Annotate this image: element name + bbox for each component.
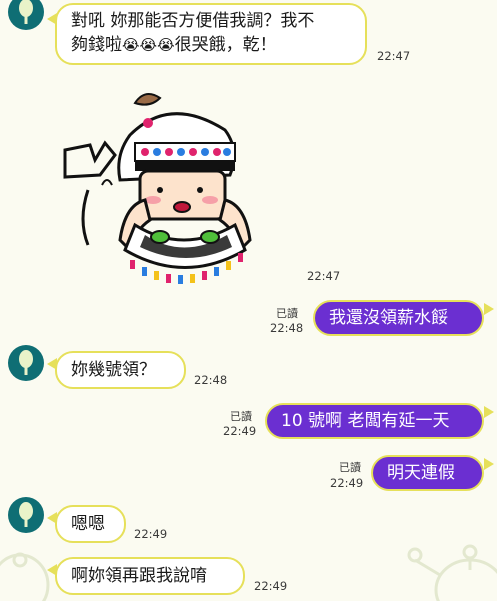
message-timestamp: 22:49 xyxy=(254,579,288,593)
message-text: 10 號啊 老闆有延一天 xyxy=(281,411,450,431)
message-text-line: 對吼 妳那能否方便借我調？我不 xyxy=(71,11,315,31)
message-bubble-outgoing[interactable]: 明天連假 xyxy=(371,455,484,491)
bubble-tail xyxy=(484,406,494,418)
message-timestamp: 22:47 xyxy=(307,269,341,283)
message-timestamp: 22:47 xyxy=(377,49,411,63)
bubble-tail xyxy=(484,303,494,315)
tree-icon xyxy=(19,350,33,375)
message-bubble-outgoing[interactable]: 我還沒領薪水餒 xyxy=(313,300,484,336)
message-text: 我還沒領薪水餒 xyxy=(329,308,448,328)
message-timestamp: 22:48 xyxy=(270,321,304,335)
bubble-tail xyxy=(484,458,494,470)
message-text-line: 夠錢啦😭😭😭很哭餓，乾！ xyxy=(71,35,277,55)
message-timestamp: 22:49 xyxy=(134,527,168,541)
message-bubble-incoming[interactable]: 啊妳領再跟我說唷 xyxy=(55,557,245,595)
read-receipt: 已讀 xyxy=(230,410,252,423)
message-timestamp: 22:49 xyxy=(330,476,364,490)
message-bubble-incoming[interactable]: 妳幾號領？ xyxy=(55,351,186,389)
contact-avatar[interactable] xyxy=(8,0,44,30)
message-timestamp: 22:48 xyxy=(194,373,228,387)
message-text: 啊妳領再跟我說唷 xyxy=(71,566,207,586)
crying-emoji: 😭 xyxy=(157,36,175,54)
message-text: 嗯嗯 xyxy=(71,514,105,534)
tree-icon xyxy=(19,0,33,24)
message-text: 明天連假 xyxy=(387,463,455,483)
contact-avatar[interactable] xyxy=(8,345,44,381)
message-text: 妳幾號領？ xyxy=(71,360,156,380)
read-receipt: 已讀 xyxy=(339,461,361,474)
message-timestamp: 22:49 xyxy=(223,424,257,438)
read-receipt: 已讀 xyxy=(276,307,298,320)
girl-cheeks-sticker[interactable] xyxy=(60,85,290,290)
tree-icon xyxy=(19,502,33,527)
crying-emoji: 😭 xyxy=(139,36,158,54)
message-bubble-incoming[interactable]: 對吼 妳那能否方便借我調？我不 夠錢啦😭😭😭很哭餓，乾！ xyxy=(55,3,367,65)
message-bubble-outgoing[interactable]: 10 號啊 老闆有延一天 xyxy=(265,403,484,439)
contact-avatar[interactable] xyxy=(8,497,44,533)
message-bubble-incoming[interactable]: 嗯嗯 xyxy=(55,505,126,543)
crying-emoji: 😭 xyxy=(122,36,140,54)
